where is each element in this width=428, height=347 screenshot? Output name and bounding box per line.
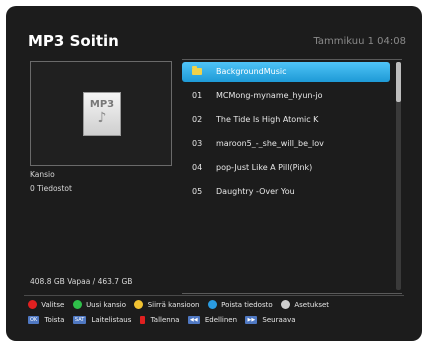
menu-key-icon xyxy=(281,300,291,309)
date-time: Tammikuu 1 04:08 xyxy=(313,36,406,47)
legend-valitse: Valitse xyxy=(41,300,65,309)
legend-poista-tiedosto: Poista tiedosto xyxy=(221,300,273,309)
files-count: 0 Tiedostot xyxy=(30,184,72,193)
legend-row-2: OK Toista SAT Laitelistaus Tallenna ◀◀ E… xyxy=(28,316,296,324)
list-item[interactable]: 01 MCMong-myname_hyun-jo xyxy=(182,86,390,106)
legend-siirra-kansioon: Siirrä kansioon xyxy=(147,300,200,309)
legend-tallenna: Tallenna xyxy=(150,316,180,324)
legend-seuraava: Seuraava xyxy=(262,316,296,324)
green-button-icon xyxy=(72,300,82,309)
list-item[interactable]: 03 maroon5_-_she_will_be_lov xyxy=(182,134,390,154)
scrollbar-thumb[interactable] xyxy=(396,62,401,102)
red-button-icon xyxy=(28,300,37,309)
ok-key-icon: OK xyxy=(28,316,40,324)
mp3-player-screen: MP3 Soitin Tammikuu 1 04:08 MP3 ♪ Kansio… xyxy=(6,6,422,341)
legend-toista: Toista xyxy=(44,316,65,324)
preview-panel: MP3 ♪ xyxy=(30,61,172,166)
scrollbar[interactable] xyxy=(396,62,401,290)
forward-key-icon: ▶▶ xyxy=(245,316,258,324)
legend-row-1: Valitse Uusi kansio Siirrä kansioon Pois… xyxy=(28,300,329,309)
list-item-name: BackgroundMusic xyxy=(216,67,287,76)
rewind-key-icon: ◀◀ xyxy=(187,316,200,324)
legend-uusi-kansio: Uusi kansio xyxy=(86,300,126,309)
list-item[interactable]: 04 pop-Just Like A Pill(Pink) xyxy=(182,158,390,178)
record-key-icon xyxy=(139,316,146,324)
folder-icon xyxy=(192,66,202,75)
sat-key-icon: SAT xyxy=(72,316,87,324)
music-file-icon: MP3 ♪ xyxy=(83,92,121,136)
legend-laitelistaus: Laitelistaus xyxy=(91,316,132,324)
blue-button-icon xyxy=(207,300,217,309)
list-item[interactable]: 05 Daughtry -Over You xyxy=(182,182,390,202)
storage-info: 408.8 GB Vapaa / 463.7 GB xyxy=(30,277,133,286)
file-list: BackgroundMusic 01 MCMong-myname_hyun-jo… xyxy=(182,59,402,294)
yellow-button-icon xyxy=(134,300,144,309)
folder-label: Kansio xyxy=(30,170,55,179)
list-item-folder[interactable]: BackgroundMusic xyxy=(182,62,390,82)
divider xyxy=(24,295,404,296)
legend-asetukset: Asetukset xyxy=(294,300,330,309)
list-item[interactable]: 02 The Tide Is High Atomic K xyxy=(182,110,390,130)
legend-edellinen: Edellinen xyxy=(204,316,238,324)
page-title: MP3 Soitin xyxy=(28,32,119,50)
